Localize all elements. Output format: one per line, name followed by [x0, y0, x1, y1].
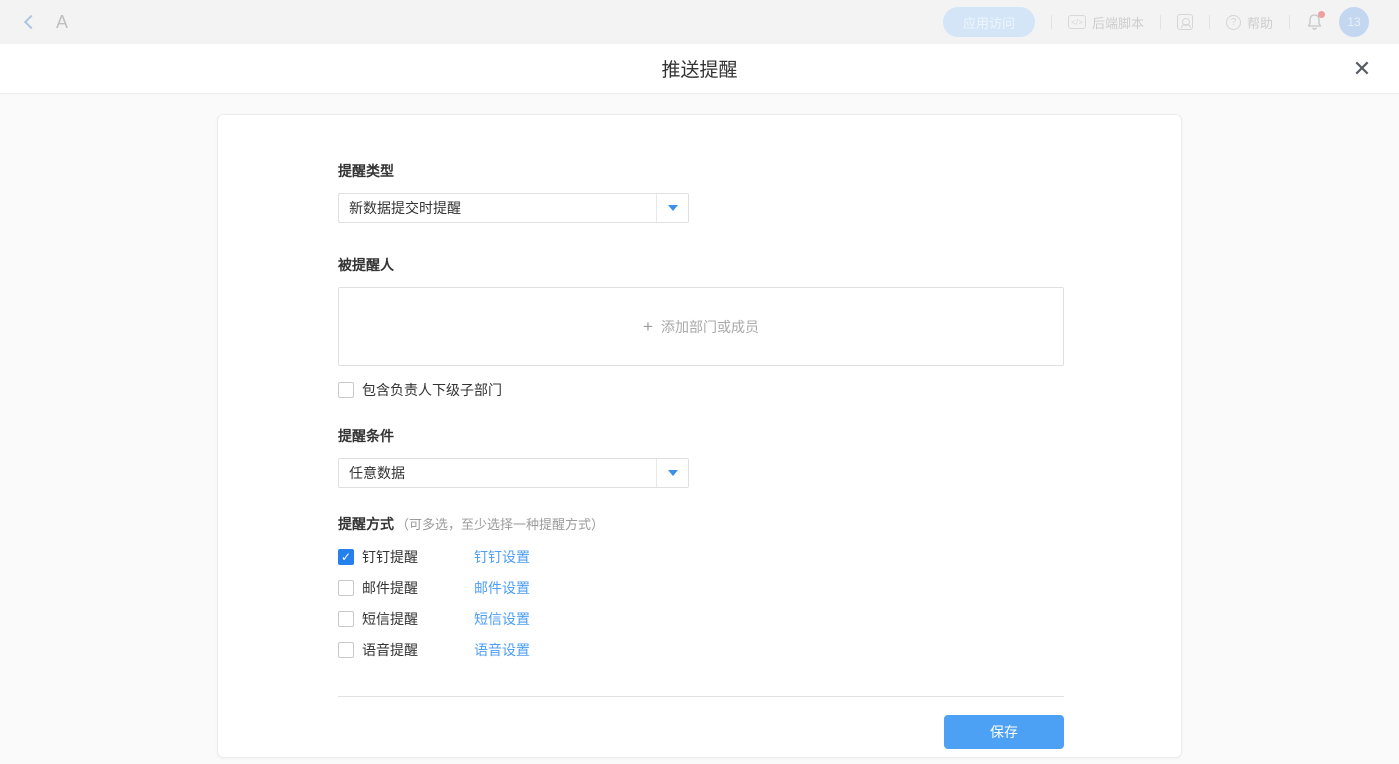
reminder-type-label: 提醒类型	[338, 161, 1061, 181]
modal-header: 推送提醒 ✕	[0, 44, 1399, 94]
method-row-dingtalk: 钉钉提醒 钉钉设置	[338, 549, 1061, 565]
backend-script-button[interactable]: </> 后端脚本	[1068, 13, 1144, 32]
voice-label: 语音提醒	[362, 640, 418, 660]
methods-label-row: 提醒方式（可多选，至少选择一种提醒方式）	[338, 514, 1061, 534]
condition-select[interactable]: 任意数据	[338, 458, 689, 488]
email-settings-link[interactable]: 邮件设置	[474, 578, 530, 598]
method-row-voice: 语音提醒 语音设置	[338, 642, 1061, 658]
page-title: 推送提醒	[661, 55, 737, 82]
sms-checkbox[interactable]	[338, 611, 354, 627]
method-row-email: 邮件提醒 邮件设置	[338, 580, 1061, 596]
chevron-down-icon	[668, 205, 678, 211]
back-chevron-icon[interactable]	[24, 15, 38, 29]
add-recipients-placeholder: 添加部门或成员	[661, 317, 759, 337]
email-checkbox[interactable]	[338, 580, 354, 596]
notification-bell-icon[interactable]	[1306, 13, 1323, 31]
voice-checkbox[interactable]	[338, 642, 354, 658]
method-checkbox-group[interactable]: 短信提醒	[338, 609, 474, 629]
methods-label: 提醒方式	[338, 516, 394, 532]
voice-settings-link[interactable]: 语音设置	[474, 640, 530, 660]
email-label: 邮件提醒	[362, 578, 418, 598]
method-checkbox-group[interactable]: 邮件提醒	[338, 578, 474, 598]
avatar[interactable]: 13	[1339, 7, 1369, 37]
reminder-type-select[interactable]: 新数据提交时提醒	[338, 193, 689, 223]
save-button[interactable]: 保存	[944, 715, 1064, 749]
footer-divider	[338, 696, 1064, 697]
divider	[1160, 15, 1161, 29]
dingtalk-checkbox[interactable]	[338, 549, 354, 565]
settings-card: 提醒类型 新数据提交时提醒 被提醒人 + 添加部门或成员 包含负责人下级子部门 …	[217, 114, 1182, 758]
condition-value: 任意数据	[339, 459, 656, 487]
chevron-down-icon	[668, 470, 678, 476]
modal-body: 提醒类型 新数据提交时提醒 被提醒人 + 添加部门或成员 包含负责人下级子部门 …	[0, 94, 1399, 763]
condition-label: 提醒条件	[338, 426, 1061, 446]
app-access-button[interactable]: 应用访问	[943, 7, 1035, 37]
add-recipients-button[interactable]: + 添加部门或成员	[338, 287, 1064, 366]
divider	[1289, 15, 1290, 29]
sms-settings-link[interactable]: 短信设置	[474, 609, 530, 629]
help-label: 帮助	[1247, 13, 1273, 32]
include-sub-checkbox[interactable]	[338, 382, 354, 398]
code-icon: </>	[1068, 15, 1086, 29]
include-sub-checkbox-row[interactable]: 包含负责人下级子部门	[338, 380, 1061, 400]
dingtalk-label: 钉钉提醒	[362, 547, 418, 567]
close-icon[interactable]: ✕	[1349, 56, 1375, 82]
footer-row: 保存	[338, 715, 1064, 749]
sms-label: 短信提醒	[362, 609, 418, 629]
divider	[1051, 15, 1052, 29]
question-circle-icon: ?	[1226, 15, 1241, 30]
backend-script-label: 后端脚本	[1092, 13, 1144, 32]
help-button[interactable]: ? 帮助	[1226, 13, 1273, 32]
app-title: A	[56, 12, 68, 33]
dingtalk-settings-link[interactable]: 钉钉设置	[474, 547, 530, 567]
recipients-label: 被提醒人	[338, 255, 1061, 275]
reminder-type-value: 新数据提交时提醒	[339, 194, 656, 222]
method-row-sms: 短信提醒 短信设置	[338, 611, 1061, 627]
plus-icon: +	[643, 318, 653, 335]
include-sub-label: 包含负责人下级子部门	[362, 380, 502, 400]
topbar: A 应用访问 </> 后端脚本 ? 帮助 13	[0, 0, 1399, 44]
methods-hint: （可多选，至少选择一种提醒方式）	[396, 517, 604, 532]
select-caret-box[interactable]	[656, 194, 688, 222]
contacts-icon[interactable]	[1177, 14, 1193, 30]
divider	[1209, 15, 1210, 29]
notification-dot	[1318, 11, 1325, 18]
method-checkbox-group[interactable]: 钉钉提醒	[338, 547, 474, 567]
select-caret-box[interactable]	[656, 459, 688, 487]
method-checkbox-group[interactable]: 语音提醒	[338, 640, 474, 660]
